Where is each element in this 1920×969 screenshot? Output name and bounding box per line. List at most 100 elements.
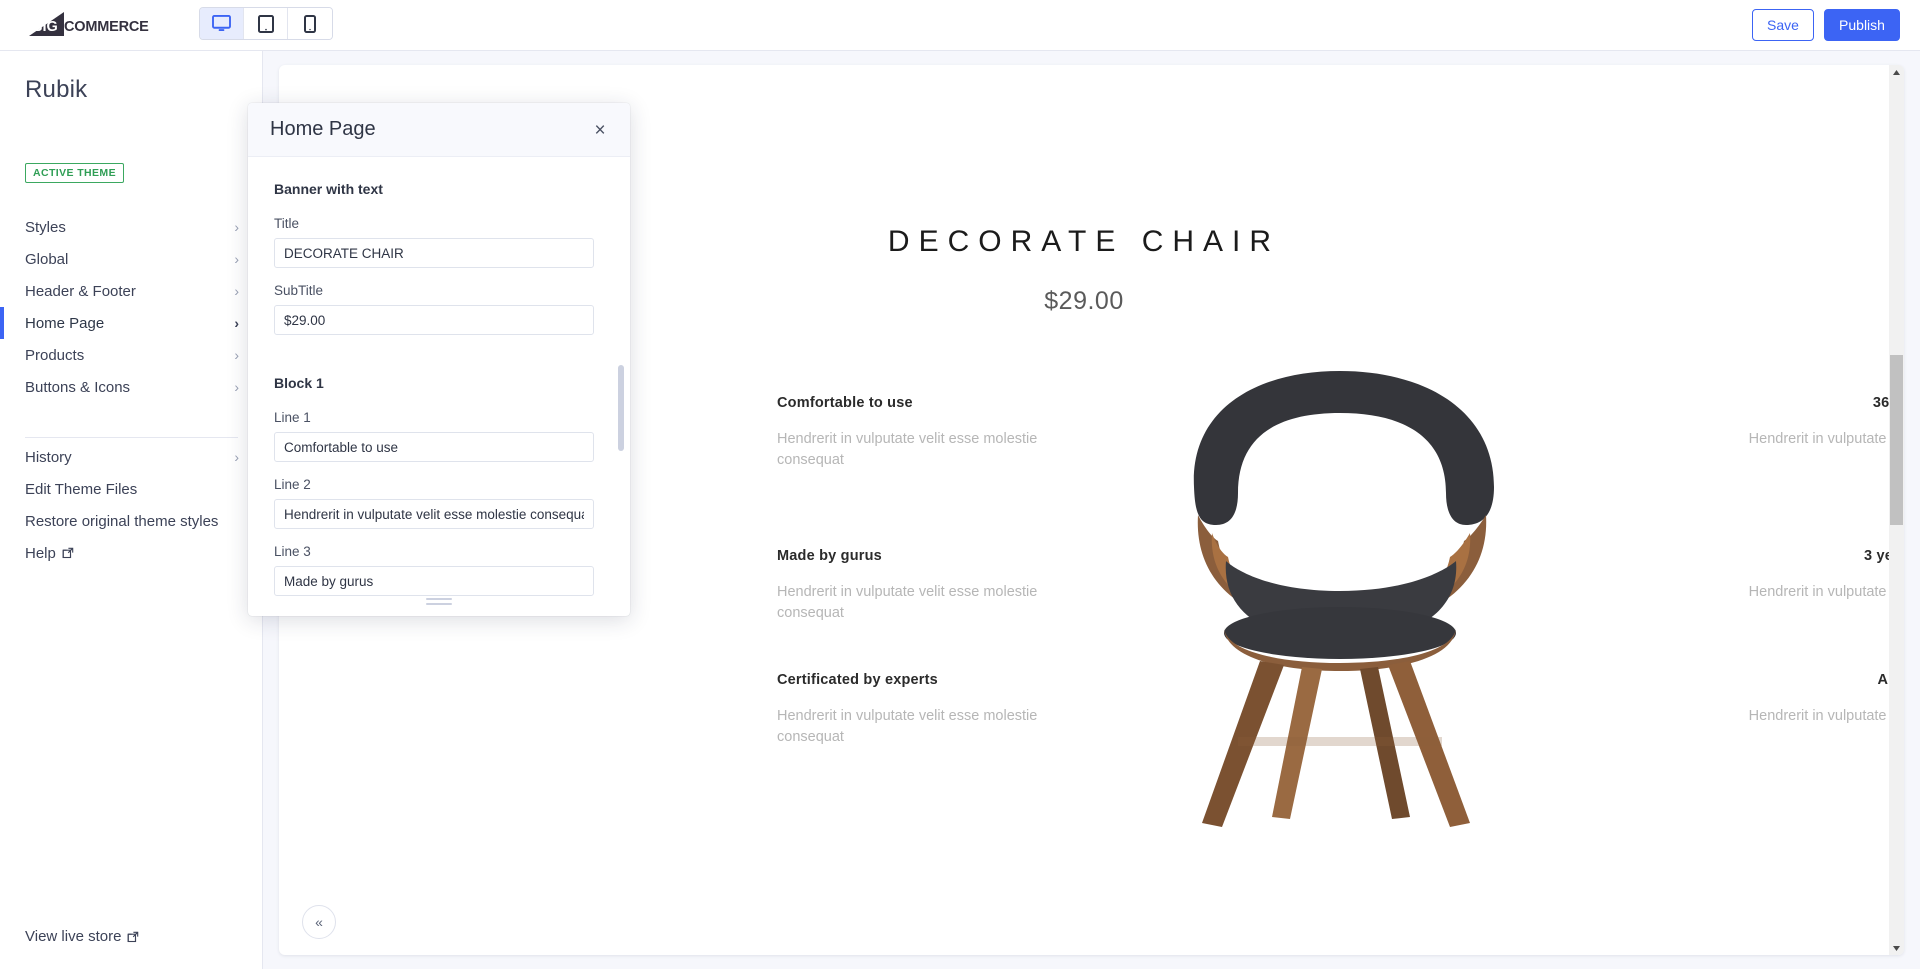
bigcommerce-logo[interactable]: BIG COMMERCE [20,8,160,40]
chevron-right-icon: › [234,219,239,235]
sidebar-item-label: Help [25,544,56,562]
feature-right-3: And more features Hendrerit in vulputate… [1719,672,1904,748]
feature-body: Hendrerit in vulputate velit esse molest… [777,431,1038,469]
scroll-down-arrow-icon[interactable] [1889,941,1904,955]
block1-line1-input[interactable] [274,432,594,462]
device-toggle-tablet[interactable] [244,8,288,39]
banner-subtitle-input[interactable] [274,305,594,335]
field-banner-subtitle: SubTitle [274,283,604,335]
feature-right-2: 3 years of guarentee Hendrerit in vulput… [1719,548,1904,624]
device-preview-toggle-group[interactable] [199,7,333,40]
tablet-icon [257,14,274,33]
chair-product-image [1193,371,1494,827]
feature-left-1: Comfortable to use Hendrerit in vulputat… [777,395,1067,471]
block1-line2-input[interactable] [274,499,594,529]
feature-left-3: Certificated by experts Hendrerit in vul… [777,672,1067,748]
block1-line3-input[interactable] [274,566,594,596]
sidebar-item-edit-theme-files[interactable]: Edit Theme Files [0,473,263,505]
chevron-right-icon: › [234,379,239,395]
sidebar-item-label: Products [25,346,85,364]
sidebar-item-label: Restore original theme styles [25,512,219,530]
field-label: Line 1 [274,410,311,425]
scroll-up-arrow-icon[interactable] [1889,65,1904,79]
save-button[interactable]: Save [1752,9,1814,41]
close-icon[interactable]: × [586,116,614,144]
feature-body: Hendrerit in vulputate velit esse molest… [1748,708,1904,724]
sidebar-item-help[interactable]: Help [0,537,263,569]
chevron-double-left-icon: « [315,914,323,930]
feature-right-1: 360 rotate leg chair Hendrerit in vulput… [1719,395,1904,471]
sidebar: Rubik ACTIVE THEME Styles › Global › Hea… [0,51,263,969]
collapse-panel-button[interactable]: « [302,905,336,939]
banner-title-input[interactable] [274,238,594,268]
topbar-actions: Save Publish [1752,9,1900,41]
field-label: Line 2 [274,477,311,492]
feature-body: Hendrerit in vulputate velit esse molest… [1748,584,1904,600]
publish-button[interactable]: Publish [1824,9,1900,41]
sidebar-divider [25,437,238,438]
feature-heading: Comfortable to use [777,395,913,411]
chevron-right-icon: › [234,315,239,331]
field-block1-line3: Line 3 [274,544,604,596]
sidebar-item-header-footer[interactable]: Header & Footer › [0,275,263,307]
sidebar-item-label: Header & Footer [25,282,136,300]
sidebar-item-buttons-icons[interactable]: Buttons & Icons › [0,371,263,403]
feature-heading: Certificated by experts [777,672,938,688]
section-heading-banner: Banner with text [274,181,383,197]
sidebar-item-restore-theme-styles[interactable]: Restore original theme styles [0,505,263,537]
sidebar-item-label: History [25,448,72,466]
external-link-icon [127,931,139,943]
sidebar-item-label: Edit Theme Files [25,480,138,498]
modal-body: Banner with text Title SubTitle Block 1 … [248,157,630,616]
sidebar-nav-primary: Styles › Global › Header & Footer › Home… [0,211,263,403]
sidebar-item-label: Home Page [25,314,105,332]
sidebar-item-styles[interactable]: Styles › [0,211,263,243]
field-label: Line 3 [274,544,311,559]
sidebar-item-home-page[interactable]: Home Page › [0,307,263,339]
feature-body: Hendrerit in vulputate velit esse molest… [777,708,1038,746]
svg-text:COMMERCE: COMMERCE [64,19,149,35]
desktop-icon [212,15,231,32]
device-toggle-desktop[interactable] [200,8,244,39]
sidebar-item-label: Global [25,250,69,268]
view-live-store-label: View live store [25,928,122,945]
field-banner-title: Title [274,216,604,268]
preview-scrollbar-thumb[interactable] [1890,355,1903,525]
field-block1-line1: Line 1 [274,410,604,462]
view-live-store-link[interactable]: View live store [25,928,139,945]
sidebar-nav-secondary: History › Edit Theme Files Restore origi… [0,441,263,569]
modal-header[interactable]: Home Page × [248,103,630,157]
feature-body: Hendrerit in vulputate velit esse molest… [1748,431,1904,447]
section-heading-block1: Block 1 [274,375,324,391]
svg-text:BIG: BIG [32,19,58,35]
home-page-settings-modal: Home Page × Banner with text Title SubTi… [248,103,630,616]
feature-heading: 3 years of guarentee [1863,548,1904,564]
field-label: Title [274,216,300,231]
feature-heading: Made by gurus [777,548,882,564]
modal-resize-handle[interactable] [426,598,452,608]
theme-name: Rubik [25,76,88,103]
sidebar-item-global[interactable]: Global › [0,243,263,275]
device-toggle-mobile[interactable] [288,8,332,39]
field-label: SubTitle [274,283,324,298]
feature-left-2: Made by gurus Hendrerit in vulputate vel… [777,548,1067,624]
chevron-right-icon: › [234,449,239,465]
top-bar: BIG COMMERCE Save Publish [0,0,1920,51]
mobile-icon [304,14,316,33]
sidebar-item-products[interactable]: Products › [0,339,263,371]
external-link-icon [62,547,74,559]
active-theme-badge: ACTIVE THEME [25,163,124,183]
sidebar-item-label: Styles [25,218,66,236]
modal-scrollbar-thumb[interactable] [618,365,624,451]
chevron-right-icon: › [234,283,239,299]
bigcommerce-logo-icon: BIG COMMERCE [29,12,149,36]
feature-heading: 360 rotate leg chair [1872,395,1904,411]
sidebar-item-history[interactable]: History › [0,441,263,473]
chevron-right-icon: › [234,347,239,363]
modal-title: Home Page [270,118,376,140]
field-block1-line2: Line 2 [274,477,604,529]
feature-heading: And more features [1719,672,1904,688]
sidebar-item-label: Buttons & Icons [25,378,131,396]
chevron-right-icon: › [234,251,239,267]
feature-body: Hendrerit in vulputate velit esse molest… [777,584,1038,622]
